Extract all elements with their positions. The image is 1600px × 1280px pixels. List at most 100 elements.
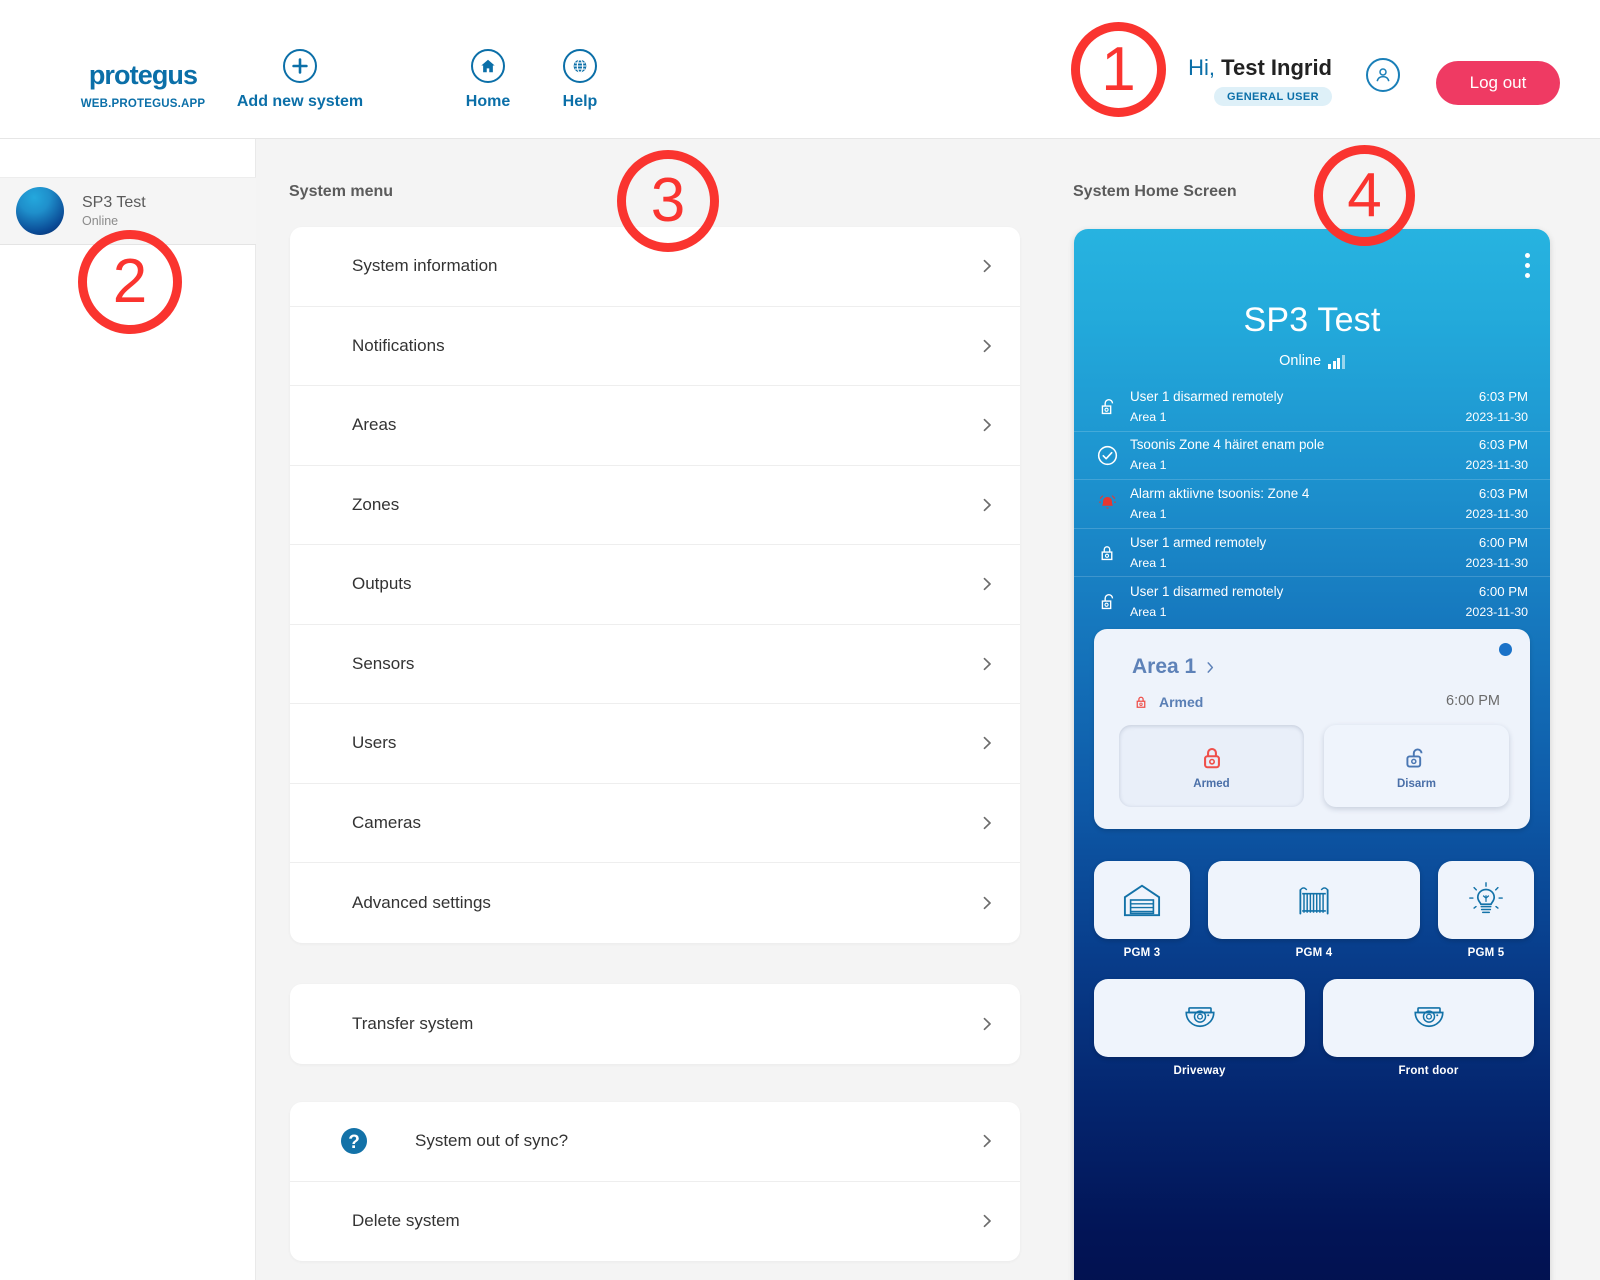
- menu-item-areas[interactable]: Areas: [290, 386, 1020, 466]
- event-date: 2023-11-30: [1465, 458, 1528, 473]
- menu-item-outputs[interactable]: Outputs: [290, 545, 1020, 625]
- area-link[interactable]: Area 1: [1132, 655, 1216, 679]
- event-date: 2023-11-30: [1465, 506, 1528, 521]
- system-menu-title: System menu: [289, 183, 394, 200]
- event-text: User 1 armed remotely Area 1: [1122, 533, 1466, 573]
- menu-item-label: System out of sync?: [415, 1131, 569, 1151]
- annotation-marker-3: 3: [617, 150, 719, 252]
- garage-door-icon: [1094, 861, 1190, 939]
- locked-padlock-icon: [1136, 696, 1146, 708]
- greeting-prefix: Hi,: [1188, 55, 1216, 80]
- event-text: User 1 disarmed remotely Area 1: [1122, 387, 1466, 427]
- output-label: PGM 3: [1123, 947, 1161, 959]
- event-text: Alarm aktiivne tsoonis: Zone 4 Area 1: [1122, 484, 1466, 524]
- chevron-right-icon: [981, 498, 994, 511]
- menu-item-users[interactable]: Users: [290, 704, 1020, 784]
- event-time: 6:03 PM: [1478, 485, 1528, 501]
- chevron-right-icon: [981, 737, 994, 750]
- gate-icon: [1208, 861, 1420, 939]
- event-time-block: 6:03 PM 2023-11-30: [1466, 484, 1528, 524]
- chevron-right-icon: [981, 1215, 994, 1228]
- event-text: Tsoonis Zone 4 häiret enam pole Area 1: [1122, 435, 1466, 475]
- kebab-menu-icon[interactable]: [1525, 253, 1530, 278]
- disarm-button[interactable]: Disarm: [1324, 725, 1509, 807]
- system-avatar-icon: [16, 187, 64, 235]
- area-state-label: Armed: [1159, 694, 1204, 710]
- event-row[interactable]: Tsoonis Zone 4 häiret enam pole Area 1 6…: [1074, 432, 1550, 481]
- camera-button-driveway[interactable]: Driveway: [1094, 979, 1305, 1077]
- event-time-block: 6:00 PM 2023-11-30: [1466, 582, 1528, 622]
- avatar[interactable]: [1366, 58, 1400, 92]
- menu-item-notifications[interactable]: Notifications: [290, 307, 1020, 386]
- event-text: User 1 disarmed remotely Area 1: [1122, 582, 1466, 622]
- event-title: Alarm aktiivne tsoonis: Zone 4: [1130, 485, 1310, 501]
- output-label: PGM 5: [1467, 947, 1505, 959]
- menu-item-zones[interactable]: Zones: [290, 466, 1020, 545]
- menu-item-label: System information: [352, 256, 498, 276]
- disarm-button-label: Disarm: [1397, 777, 1436, 790]
- event-row[interactable]: User 1 armed remotely Area 1 6:00 PM 202…: [1074, 529, 1550, 578]
- logout-button[interactable]: Log out: [1436, 61, 1560, 105]
- camera-button-front-door[interactable]: Front door: [1323, 979, 1534, 1077]
- chevron-right-icon: [981, 260, 994, 273]
- sidebar-system-status: Online: [82, 214, 119, 229]
- output-button-pgm4[interactable]: PGM 4: [1208, 861, 1420, 959]
- arm-button[interactable]: Armed: [1119, 725, 1304, 807]
- lightbulb-icon: [1438, 861, 1534, 939]
- device-name: SP3 Test: [1243, 301, 1381, 339]
- home-screen-title: System Home Screen: [1073, 183, 1237, 200]
- event-row[interactable]: Alarm aktiivne tsoonis: Zone 4 Area 1 6:…: [1074, 480, 1550, 529]
- chevron-right-icon: [981, 657, 994, 670]
- event-date: 2023-11-30: [1465, 555, 1528, 570]
- event-time-block: 6:00 PM 2023-11-30: [1466, 533, 1528, 573]
- event-date: 2023-11-30: [1465, 604, 1528, 619]
- area-time: 6:00 PM: [1446, 693, 1500, 709]
- output-button-pgm5[interactable]: PGM 5: [1438, 861, 1534, 959]
- menu-item-sensors[interactable]: Sensors: [290, 625, 1020, 704]
- annotation-marker-1: 1: [1071, 22, 1166, 117]
- output-buttons-row: PGM 3 PGM 4 PGM 5: [1094, 861, 1534, 959]
- svg-text:?: ?: [348, 1132, 360, 1153]
- nav-add-new-system[interactable]: Add new system: [200, 49, 400, 111]
- event-row[interactable]: User 1 disarmed remotely Area 1 6:00 PM …: [1074, 577, 1550, 626]
- output-label: PGM 4: [1295, 947, 1333, 959]
- menu-item-advanced-settings[interactable]: Advanced settings: [290, 863, 1020, 943]
- event-subtitle: Area 1: [1130, 604, 1167, 619]
- plus-circle-icon: [283, 49, 317, 83]
- chevron-right-icon: [981, 896, 994, 909]
- area-panel: Area 1 Armed 6:00 PM Armed Disarm: [1094, 629, 1530, 829]
- home-icon: [471, 49, 505, 83]
- event-subtitle: Area 1: [1130, 506, 1167, 521]
- event-time: 6:00 PM: [1478, 583, 1528, 599]
- area-name-label: Area 1: [1132, 655, 1197, 678]
- menu-item-label: Zones: [352, 494, 400, 514]
- chevron-right-icon: [981, 816, 994, 829]
- event-time: 6:03 PM: [1478, 388, 1528, 404]
- area-status-dot-icon: [1499, 643, 1512, 656]
- event-time: 6:00 PM: [1478, 534, 1528, 550]
- question-mark-icon: ?: [340, 1127, 368, 1155]
- chevron-right-icon: [1207, 661, 1214, 673]
- menu-item-cameras[interactable]: Cameras: [290, 784, 1020, 863]
- menu-item-transfer-system[interactable]: Transfer system: [290, 984, 1020, 1064]
- output-button-pgm3[interactable]: PGM 3: [1094, 861, 1190, 959]
- event-row[interactable]: User 1 disarmed remotely Area 1 6:03 PM …: [1074, 383, 1550, 432]
- camera-label: Front door: [1398, 1065, 1459, 1077]
- locked-padlock-icon: [1092, 542, 1122, 564]
- nav-home-label: Home: [465, 93, 511, 110]
- sidebar-system-name: SP3 Test: [82, 193, 146, 211]
- nav-help[interactable]: Help: [530, 49, 630, 111]
- chevron-right-icon: [981, 339, 994, 352]
- event-title: User 1 disarmed remotely: [1130, 583, 1284, 599]
- sidebar-system-text: SP3 Test Online: [82, 194, 146, 228]
- user-greeting-block: Hi, Test Ingrid GENERAL USER: [1188, 55, 1332, 106]
- check-circle-icon: [1092, 444, 1122, 467]
- nav-home[interactable]: Home: [438, 49, 538, 111]
- system-menu-card-maintenance: ? System out of sync? Delete system: [290, 1102, 1020, 1261]
- menu-item-system-out-of-sync[interactable]: ? System out of sync?: [290, 1102, 1020, 1182]
- chevron-right-icon: [981, 419, 994, 432]
- menu-item-label: Transfer system: [352, 1013, 474, 1033]
- event-time-block: 6:03 PM 2023-11-30: [1466, 435, 1528, 475]
- menu-item-delete-system[interactable]: Delete system: [290, 1182, 1020, 1262]
- user-role-badge: GENERAL USER: [1214, 87, 1332, 106]
